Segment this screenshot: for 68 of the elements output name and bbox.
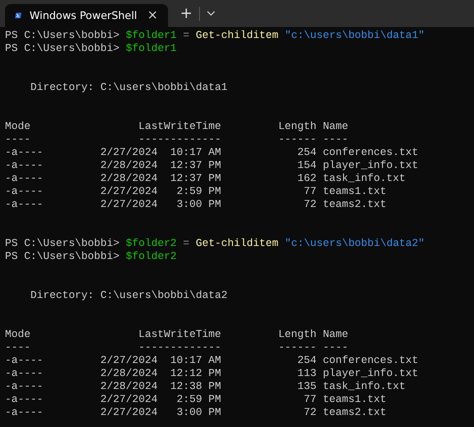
table-cell-text: 2/28/2024 12:38 PM: [99, 381, 222, 394]
header-rule: ----: [322, 134, 350, 147]
table-cell-text: teams2.txt: [322, 199, 388, 212]
table-cell: -a----: [5, 199, 44, 212]
table-cell-text: task_info.txt: [322, 173, 406, 186]
header-rule: ------: [277, 342, 316, 355]
tab-title: Windows PowerShell: [30, 10, 138, 22]
command-line: PS C:\Users\bobbi> $folder2: [5, 251, 178, 264]
column-header: LastWriteTime: [137, 121, 222, 134]
table-cell-text: 162: [296, 173, 316, 186]
table-cell-text: 2/28/2024 12:37 PM: [99, 173, 222, 186]
table-cell: -a----: [5, 368, 44, 381]
column-header: Length: [277, 329, 316, 342]
directory-path: Directory: C:\users\bobbi\data2: [30, 290, 228, 303]
table-cell-text: teams1.txt: [322, 394, 388, 407]
table-cell-text: conferences.txt: [322, 355, 418, 368]
table-cell-text: 2/27/2024 2:59 PM: [99, 186, 222, 199]
command-line: PS C:\Users\bobbi> $folder1 = Get-childitem "c:\users\bobbi\data1": [5, 30, 426, 43]
table-cell: -a----: [5, 147, 44, 160]
header-rule: ----: [5, 134, 32, 147]
table-cell-text: 77: [302, 186, 316, 199]
table-cell: -a----: [5, 394, 44, 407]
header-rule: ----: [5, 342, 32, 355]
header-rule: ------: [277, 134, 316, 147]
directory-path: Directory: C:\users\bobbi\data1: [30, 82, 228, 95]
table-cell-text: player_info.txt: [322, 368, 418, 381]
table-cell-text: 72: [302, 199, 316, 212]
column-header: Name: [322, 121, 350, 134]
table-cell-text: teams2.txt: [322, 407, 388, 420]
column-header: Mode: [5, 121, 32, 134]
table-cell-text: 2/27/2024 10:17 AM: [99, 147, 222, 160]
table-cell: -a----: [5, 160, 44, 173]
table-cell-text: 2/27/2024 2:59 PM: [99, 394, 222, 407]
column-header: Length: [277, 121, 316, 134]
command-line: PS C:\Users\bobbi> $folder2 = Get-childitem "c:\users\bobbi\data2": [5, 238, 426, 251]
table-cell-text: 2/27/2024 10:17 AM: [99, 355, 222, 368]
table-cell-text: 2/28/2024 12:12 PM: [99, 368, 222, 381]
table-cell: -a----: [5, 407, 44, 420]
table-cell-text: 113: [296, 368, 316, 381]
table-cell-text: 154: [296, 160, 316, 173]
table-cell-text: 254: [296, 355, 316, 368]
tab[interactable]: Windows PowerShell ×: [5, 4, 168, 27]
header-rule: -------------: [137, 134, 222, 147]
table-cell-text: 72: [302, 407, 316, 420]
column-header: Mode: [5, 329, 32, 342]
table-cell-text: player_info.txt: [322, 160, 418, 173]
table-cell-text: teams1.txt: [322, 186, 388, 199]
table-cell-text: 135: [296, 381, 316, 394]
table-cell-text: task_info.txt: [322, 381, 406, 394]
table-cell: -a----: [5, 186, 44, 199]
table-cell: -a----: [5, 355, 44, 368]
table-cell-text: 2/28/2024 12:37 PM: [99, 160, 222, 173]
table-cell-text: 2/27/2024 3:00 PM: [99, 407, 222, 420]
close-button[interactable]: ×: [145, 8, 160, 23]
command-line: PS C:\Users\bobbi> $folder1: [5, 43, 178, 56]
header-rule: ----: [322, 342, 350, 355]
new-tab-button[interactable]: +: [176, 6, 197, 21]
table-cell: -a----: [5, 173, 44, 186]
chevron-down-icon[interactable]: [206, 11, 215, 16]
table-cell-text: 77: [302, 394, 316, 407]
table-cell: -a----: [5, 381, 44, 394]
table-cell-text: conferences.txt: [322, 147, 418, 160]
terminal-icon: [15, 10, 22, 21]
table-cell-text: 254: [296, 147, 316, 160]
column-header: Name: [322, 329, 350, 342]
header-rule: -------------: [137, 342, 222, 355]
table-cell-text: 2/27/2024 3:00 PM: [99, 199, 222, 212]
column-header: LastWriteTime: [137, 329, 222, 342]
